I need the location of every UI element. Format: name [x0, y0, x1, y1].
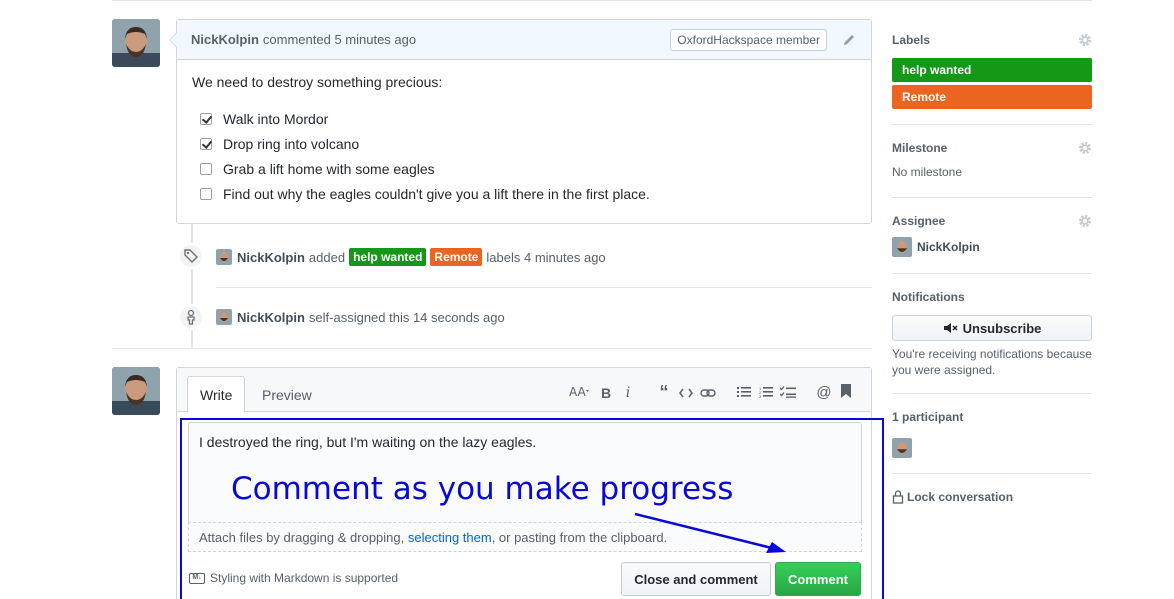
participants-section: 1 participant	[892, 407, 1092, 458]
tab-write[interactable]: Write	[187, 376, 246, 413]
task-item: Grab a lift home with some eagles	[192, 156, 856, 181]
comment-header: NickKolpin commented 5 minutes ago Oxfor…	[169, 20, 871, 60]
issue-comment: NickKolpin commented 5 minutes ago Oxfor…	[169, 19, 872, 224]
sidebar-divider	[892, 473, 1092, 474]
gear-icon[interactable]	[1078, 141, 1092, 155]
lock-conversation-link[interactable]: Lock conversation	[892, 487, 1092, 507]
unsubscribe-label: Unsubscribe	[962, 320, 1042, 336]
gear-icon[interactable]	[1078, 214, 1092, 228]
assignee-name: NickKolpin	[917, 240, 980, 254]
ordered-list-icon[interactable]: 123	[755, 385, 777, 401]
sidebar-label-help-wanted[interactable]: help wanted	[892, 58, 1092, 82]
top-divider	[112, 0, 1092, 1]
italic-icon[interactable]: i	[617, 385, 639, 401]
comment-timestamp[interactable]: commented 5 minutes ago	[263, 32, 416, 47]
timeline-end-divider	[112, 348, 872, 349]
labels-section: Labels help wanted Remote	[892, 30, 1092, 109]
annotation-arrow	[634, 512, 786, 553]
markdown-toolbar: AA B i “ 123 @	[565, 382, 857, 403]
milestone-value: No milestone	[892, 165, 963, 179]
sidebar-divider	[892, 393, 1092, 394]
sidebar-divider	[892, 124, 1092, 125]
svg-text:AA: AA	[569, 385, 587, 398]
task-checkbox[interactable]	[200, 112, 212, 125]
labels-title: Labels	[892, 33, 931, 47]
comment-author[interactable]: NickKolpin	[191, 32, 259, 47]
link-icon[interactable]	[697, 385, 719, 401]
assign-event: NickKolpin self-assigned this 14 seconds…	[216, 309, 505, 325]
quote-icon[interactable]: “	[653, 382, 675, 403]
gear-icon[interactable]	[1078, 33, 1092, 47]
milestone-title: Milestone	[892, 141, 948, 155]
event-avatar[interactable]	[216, 309, 232, 325]
task-text: Walk into Mordor	[223, 110, 329, 127]
svg-text:3: 3	[759, 394, 762, 398]
current-user-avatar[interactable]	[112, 367, 160, 415]
tab-preview[interactable]: Preview	[250, 376, 324, 413]
event-action: added	[308, 249, 346, 265]
lock-section: Lock conversation	[892, 487, 1092, 507]
event-time: labels 4 minutes ago	[486, 249, 606, 265]
assignee-avatar	[892, 237, 912, 257]
task-text: Find out why the eagles couldn't give yo…	[223, 185, 650, 202]
labels-header[interactable]: Labels	[892, 30, 1092, 50]
mention-icon[interactable]: @	[813, 384, 835, 401]
task-checkbox[interactable]	[200, 162, 212, 175]
sidebar-label-remote[interactable]: Remote	[892, 85, 1092, 109]
participant-avatar[interactable]	[892, 438, 912, 458]
sidebar-divider	[892, 273, 1092, 274]
unordered-list-icon[interactable]	[733, 385, 755, 401]
tag-icon	[178, 243, 204, 269]
task-item: Find out why the eagles couldn't give yo…	[192, 181, 856, 206]
task-item: Walk into Mordor	[192, 106, 856, 131]
notifications-reason: You're receiving notifications because y…	[892, 347, 1092, 377]
person-icon	[178, 304, 204, 330]
notifications-title: Notifications	[892, 290, 965, 304]
assignee-title: Assignee	[892, 214, 946, 228]
task-item: Drop ring into volcano	[192, 131, 856, 156]
timeline-divider	[216, 287, 872, 288]
task-checkbox[interactable]	[200, 137, 212, 150]
editor-tabs: Write Preview AA B i “ 123 @	[177, 368, 871, 413]
event-avatar[interactable]	[216, 249, 232, 265]
member-badge: OxfordHackspace member	[670, 28, 827, 51]
saved-replies-icon[interactable]	[835, 384, 857, 401]
sidebar-divider	[892, 197, 1092, 198]
assignee-section: Assignee NickKolpin	[892, 211, 1092, 257]
participants-title: 1 participant	[892, 410, 964, 424]
event-user[interactable]: NickKolpin	[237, 310, 305, 325]
comment-intro: We need to destroy something precious:	[192, 74, 443, 90]
pencil-icon[interactable]	[841, 32, 857, 48]
event-text: self-assigned this 14 seconds ago	[308, 309, 505, 325]
unsubscribe-button[interactable]: Unsubscribe	[892, 315, 1092, 341]
comment-body: We need to destroy something precious: W…	[177, 60, 871, 220]
task-list: Walk into Mordor Drop ring into volcano Gr…	[192, 106, 856, 206]
label-remote[interactable]: Remote	[430, 248, 483, 266]
label-help-wanted[interactable]: help wanted	[349, 248, 427, 266]
task-text: Grab a lift home with some eagles	[223, 160, 435, 177]
text-size-icon[interactable]: AA	[565, 384, 595, 401]
author-avatar[interactable]	[112, 19, 160, 67]
task-list-icon[interactable]	[777, 385, 799, 401]
event-user[interactable]: NickKolpin	[237, 250, 305, 265]
assignee-header[interactable]: Assignee	[892, 211, 1092, 231]
notifications-section: Notifications Unsubscribe You're receivi…	[892, 287, 1092, 378]
mute-icon	[943, 323, 958, 333]
assignee-item[interactable]: NickKolpin	[892, 237, 1092, 257]
milestone-header[interactable]: Milestone	[892, 138, 1092, 158]
annotation-caption: Comment as you make progress	[231, 471, 734, 507]
lock-icon	[892, 490, 904, 504]
label-event: NickKolpin added help wanted Remote labe…	[216, 248, 606, 266]
bold-icon[interactable]: B	[595, 385, 617, 401]
code-icon[interactable]	[675, 385, 697, 401]
lock-label: Lock conversation	[907, 490, 1014, 504]
milestone-section: Milestone No milestone	[892, 138, 1092, 180]
task-checkbox[interactable]	[200, 187, 212, 200]
task-text: Drop ring into volcano	[223, 135, 360, 152]
